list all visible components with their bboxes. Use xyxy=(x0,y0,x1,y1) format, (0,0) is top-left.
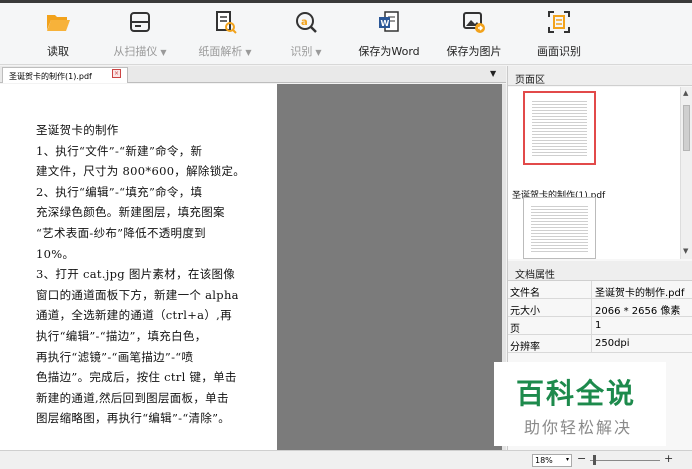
property-row: 分辨率 250dpi xyxy=(508,335,692,353)
close-tab-icon[interactable]: × xyxy=(112,69,121,78)
property-value: 圣诞贺卡的制作.pdf xyxy=(595,288,685,299)
property-key: 元大小 xyxy=(508,299,592,317)
page-thumbnails[interactable]: 圣诞贺卡的制作(1).pdf xyxy=(508,87,692,259)
document-tab[interactable]: 圣诞贺卡的制作(1).pdf xyxy=(2,67,128,83)
thumbnails-scrollbar[interactable]: ▲ ▼ xyxy=(680,87,692,259)
document-line: “艺术表面-纱布”降低不透明度到 xyxy=(36,225,206,240)
status-bar: 18% ▾ − + xyxy=(0,450,692,469)
svg-text:a: a xyxy=(301,17,308,28)
save-as-image-label: 保存为图片 xyxy=(446,45,502,58)
document-line: 新建的通道,然后回到图层面板，单击 xyxy=(36,390,229,405)
document-line: 通道，全选新建的通道（ctrl+a）,再 xyxy=(36,308,232,323)
document-line: 窗口的通道面板下方，新建一个 alpha xyxy=(36,287,238,302)
property-row: 页1 xyxy=(508,317,692,335)
property-row: 文件名 圣诞贺卡的制作.pdf xyxy=(508,281,692,299)
zoom-dropdown-icon[interactable]: ▾ xyxy=(566,456,569,463)
tab-list-dropdown-icon[interactable]: ▼ xyxy=(490,69,496,78)
page-thumbnail-2[interactable] xyxy=(523,197,596,259)
scanner-button[interactable]: 从扫描仪 ▼ xyxy=(110,9,170,63)
page-thumbnail-1[interactable] xyxy=(523,91,596,165)
parse-button[interactable]: 纸面解析 ▼ xyxy=(194,9,256,63)
property-key: 页 xyxy=(508,317,592,335)
zoom-out-button[interactable]: − xyxy=(577,452,586,465)
zoom-slider-handle[interactable] xyxy=(593,455,596,465)
document-page: 圣诞贺卡的制作 1、执行“文件”-“新建”命令，新建文件，尺寸为 800*600，… xyxy=(0,84,277,450)
document-line: 建文件，尺寸为 800*600，解除锁定。 xyxy=(36,164,238,179)
page-ocr-button[interactable]: 画面识别 xyxy=(534,9,584,63)
document-line: 10%。 xyxy=(36,246,75,261)
zoom-in-button[interactable]: + xyxy=(664,452,673,465)
page-ocr-label: 画面识别 xyxy=(537,45,581,58)
document-line: 再执行“滤镜”-“画笔描边”-“喷 xyxy=(36,349,194,364)
parse-label: 纸面解析 xyxy=(198,45,243,58)
property-value: 1 xyxy=(595,320,602,331)
page-background-area xyxy=(277,84,502,450)
save-as-word-label: 保存为Word xyxy=(358,45,420,58)
document-line: 图层缩略图，再执行“编辑”-“清除”。 xyxy=(36,411,231,426)
watermark-title: 百科全说 xyxy=(516,377,637,410)
recognize-button[interactable]: a 识别 ▼ xyxy=(286,9,326,63)
document-text: 圣诞贺卡的制作 1、执行“文件”-“新建”命令，新建文件，尺寸为 800*600，… xyxy=(36,120,238,429)
read-label: 读取 xyxy=(47,45,69,58)
scanner-dropdown-icon[interactable]: ▼ xyxy=(160,48,166,57)
document-line: 充深绿色颜色。新建图层，填充图案 xyxy=(36,205,225,220)
read-button[interactable]: 读取 xyxy=(38,9,78,63)
zoom-slider-track[interactable] xyxy=(590,460,660,461)
property-value: 2066 * 2656 像素 xyxy=(595,306,681,317)
scanner-icon xyxy=(130,12,150,32)
document-viewer[interactable]: 圣诞贺卡的制作 1、执行“文件”-“新建”命令，新建文件，尺寸为 800*600，… xyxy=(0,84,506,450)
watermark-subtitle: 助你轻松解决 xyxy=(524,418,633,437)
document-line: 执行“编辑”-“描边”，填充白色， xyxy=(36,328,207,343)
word-document-icon: W xyxy=(379,11,399,32)
svg-text:W: W xyxy=(381,19,390,28)
pages-section-header: 页面区 xyxy=(508,66,692,86)
recognize-icon: a xyxy=(296,12,317,33)
property-value: 250dpi xyxy=(595,338,630,349)
document-line: 2、执行“编辑”-“填充”命令，填 xyxy=(36,184,203,199)
zoom-value: 18% xyxy=(535,456,553,465)
parse-dropdown-icon[interactable]: ▼ xyxy=(245,48,251,57)
folder-open-icon xyxy=(47,15,70,31)
save-as-word-button[interactable]: W 保存为Word xyxy=(356,9,422,63)
main-toolbar: 读取 从扫描仪 ▼ 纸面解析 ▼ a 识别 ▼ W 保存为Word 保存为图片 … xyxy=(0,3,692,65)
document-line: 色描边”。完成后，按住 ctrl 键，单击 xyxy=(36,370,237,385)
screen-capture-icon xyxy=(548,11,570,33)
scroll-up-icon[interactable]: ▲ xyxy=(683,89,688,97)
properties-section-header: 文档属性 xyxy=(508,261,692,281)
property-row: 元大小 2066 * 2656 像素 xyxy=(508,299,692,317)
document-line: 圣诞贺卡的制作 xyxy=(36,123,119,137)
scroll-down-icon[interactable]: ▼ xyxy=(683,247,688,255)
thumbnail-content xyxy=(532,99,587,157)
save-as-image-button[interactable]: 保存为图片 xyxy=(444,9,504,63)
document-line: 3、打开 cat.jpg 图片素材，在该图像 xyxy=(36,267,236,282)
property-key: 分辨率 xyxy=(508,335,592,353)
scanner-label: 从扫描仪 xyxy=(113,45,158,58)
scrollbar-thumb[interactable] xyxy=(683,105,690,151)
zoom-select[interactable]: 18% ▾ xyxy=(532,454,572,467)
watermark-overlay: 百科全说 助你轻松解决 xyxy=(494,362,666,446)
thumbnail-content xyxy=(531,204,588,252)
property-key: 文件名 xyxy=(508,281,592,299)
recognize-label: 识别 xyxy=(290,45,313,58)
document-line: 1、执行“文件”-“新建”命令，新 xyxy=(36,143,203,158)
recognize-dropdown-icon[interactable]: ▼ xyxy=(315,48,321,57)
document-tab-title: 圣诞贺卡的制作(1).pdf xyxy=(9,72,92,81)
document-tab-strip: 圣诞贺卡的制作(1).pdf × ▼ xyxy=(0,66,506,83)
image-export-icon xyxy=(463,12,485,33)
document-analyze-icon xyxy=(216,11,237,34)
